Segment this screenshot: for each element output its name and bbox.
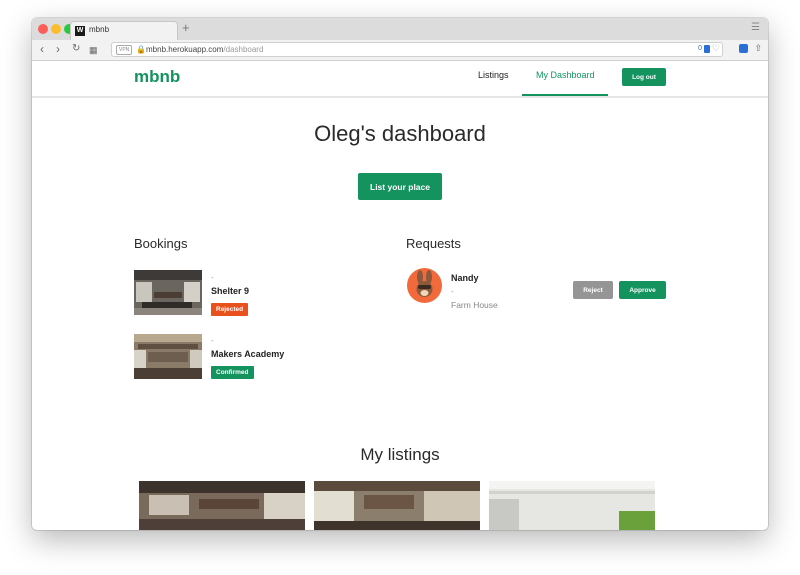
status-badge: Confirmed bbox=[211, 366, 254, 379]
tab-bar: W mbnb + ☰ bbox=[32, 18, 768, 40]
grid-icon[interactable]: ▦ bbox=[89, 43, 98, 57]
booking-dates: - bbox=[211, 336, 214, 345]
site-logo[interactable]: mbnb bbox=[134, 67, 180, 87]
status-badge: Rejected bbox=[211, 303, 249, 316]
close-window-button[interactable] bbox=[38, 24, 48, 34]
listing-card-image[interactable] bbox=[139, 481, 305, 530]
request-place: Farm House bbox=[451, 300, 498, 310]
site-header: mbnb Listings My Dashboard Log out bbox=[32, 61, 768, 98]
address-bar[interactable]: VPN 🔒 mbnb.herokuapp.com/dashboard 0 ♡ bbox=[111, 42, 723, 57]
list-your-place-button[interactable]: List your place bbox=[358, 173, 442, 200]
avatar bbox=[407, 268, 442, 303]
toolbar-actions: ⇧ bbox=[738, 43, 762, 54]
logout-button[interactable]: Log out bbox=[622, 68, 666, 86]
request-dates: - bbox=[451, 287, 454, 296]
new-tab-button[interactable]: + bbox=[182, 21, 190, 35]
listing-card-image[interactable] bbox=[314, 481, 480, 530]
shield-icon[interactable] bbox=[704, 45, 710, 53]
screenshot-icon[interactable] bbox=[738, 44, 748, 54]
approve-button[interactable]: Approve bbox=[619, 281, 666, 299]
listing-card-image[interactable] bbox=[489, 481, 655, 530]
minimize-window-button[interactable] bbox=[51, 24, 61, 34]
reject-button[interactable]: Reject bbox=[573, 281, 613, 299]
favicon-icon: W bbox=[75, 26, 85, 36]
url-text: mbnb.herokuapp.com/dashboard bbox=[146, 45, 263, 54]
extension-count: 0 bbox=[698, 45, 702, 52]
requests-heading: Requests bbox=[406, 236, 461, 251]
booking-image[interactable] bbox=[134, 334, 202, 379]
booking-name[interactable]: Shelter 9 bbox=[211, 286, 249, 296]
heart-icon[interactable]: ♡ bbox=[712, 43, 720, 54]
nav-active-indicator bbox=[522, 94, 608, 96]
browser-toolbar: ‹ › ↻ ▦ VPN 🔒 mbnb.herokuapp.com/dashboa… bbox=[32, 40, 768, 61]
booking-image[interactable] bbox=[134, 270, 202, 315]
reload-icon[interactable]: ↻ bbox=[72, 42, 80, 56]
url-host: mbnb.herokuapp.com bbox=[146, 45, 224, 54]
booking-dates: - bbox=[211, 273, 214, 282]
tab-menu-icon[interactable]: ☰ bbox=[751, 22, 760, 33]
back-icon[interactable]: ‹ bbox=[40, 42, 44, 56]
requester-name: Nandy bbox=[451, 273, 479, 283]
nav-my-dashboard[interactable]: My Dashboard bbox=[536, 70, 595, 80]
bookings-heading: Bookings bbox=[134, 236, 188, 251]
tab-title: mbnb bbox=[89, 25, 110, 34]
vpn-badge[interactable]: VPN bbox=[116, 45, 133, 55]
lock-icon: 🔒 bbox=[136, 45, 146, 54]
forward-icon[interactable]: › bbox=[56, 42, 60, 56]
page-title: Oleg's dashboard bbox=[314, 121, 486, 146]
booking-name[interactable]: Makers Academy bbox=[211, 349, 284, 359]
url-path: /dashboard bbox=[223, 45, 264, 54]
nav-listings[interactable]: Listings bbox=[478, 70, 509, 80]
browser-tab[interactable]: W mbnb bbox=[70, 21, 178, 40]
share-icon[interactable]: ⇧ bbox=[754, 43, 762, 53]
browser-window: W mbnb + ☰ ‹ › ↻ ▦ VPN 🔒 mbnb.herokuapp.… bbox=[32, 18, 768, 530]
my-listings-heading: My listings bbox=[360, 445, 440, 464]
